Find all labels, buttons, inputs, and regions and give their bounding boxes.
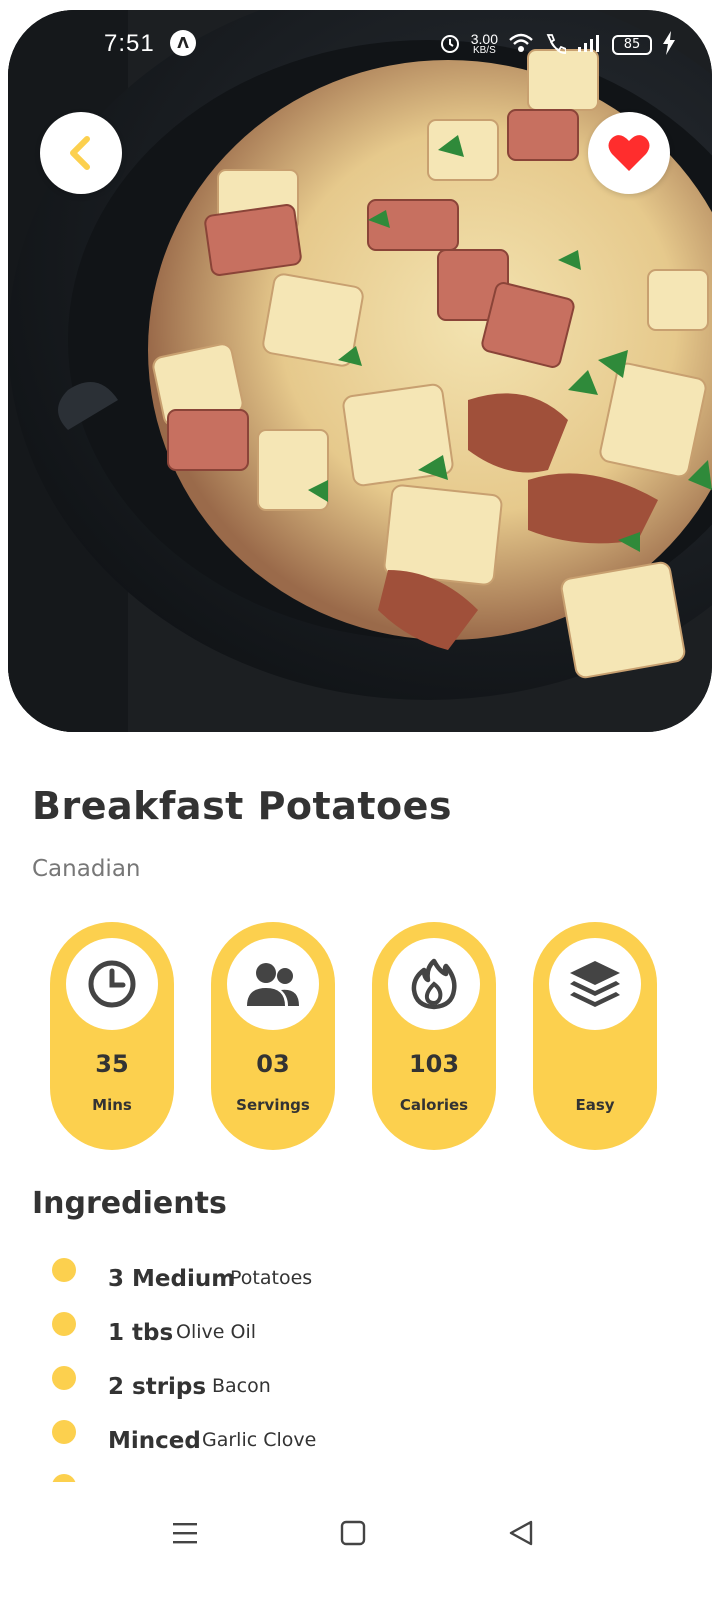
status-icons: 3.00 KB/S 85 — [439, 28, 676, 62]
stat-servings: 03 Servings — [211, 922, 335, 1150]
list-item: Minced Garlic Clove — [52, 1416, 692, 1470]
stat-time-label: Mins — [92, 1096, 132, 1114]
menu-button[interactable] — [160, 1508, 210, 1558]
bullet-dot — [52, 1420, 76, 1444]
stat-calories-label: Calories — [399, 1096, 469, 1114]
list-item — [52, 1470, 692, 1482]
ingredient-name: Olive Oil — [176, 1321, 256, 1343]
ingredient-quantity: 1 tbs — [108, 1320, 174, 1346]
alarm-icon — [439, 32, 461, 58]
ingredient-quantity: 3 Medium — [108, 1266, 236, 1292]
recipe-title: Breakfast Potatoes — [32, 784, 453, 828]
network-speed: 3.00 KB/S — [471, 32, 498, 57]
navigation-app-icon: Λ — [170, 30, 196, 56]
stat-difficulty: Easy — [533, 922, 657, 1150]
status-bar: 7:51 Λ 3.00 KB/S 85 — [0, 28, 720, 62]
ingredient-name: Potatoes — [230, 1267, 313, 1289]
ingredient-name: Garlic Clove — [202, 1429, 317, 1451]
charging-icon — [662, 31, 676, 59]
ingredient-quantity: Minced — [108, 1428, 201, 1454]
call-icon — [544, 32, 567, 58]
list-item: 2 strips Bacon — [52, 1362, 692, 1416]
menu-icon — [173, 1523, 197, 1544]
recipe-cuisine: Canadian — [32, 856, 141, 882]
stat-time: 35 Mins — [50, 922, 174, 1150]
clock-icon — [88, 960, 136, 1008]
list-item: 3 Medium Potatoes — [52, 1254, 692, 1308]
favorite-button[interactable] — [588, 112, 670, 194]
ingredient-quantity: 2 strips — [108, 1374, 207, 1400]
bullet-dot — [52, 1258, 76, 1282]
home-button[interactable] — [328, 1508, 378, 1558]
signal-icon — [576, 32, 602, 58]
people-icon — [247, 963, 299, 1006]
ingredients-heading: Ingredients — [32, 1186, 227, 1221]
square-icon — [340, 1520, 366, 1546]
status-time: 7:51 — [104, 30, 155, 57]
network-speed-unit: KB/S — [472, 45, 496, 56]
wifi-icon — [508, 32, 534, 58]
stat-time-value: 35 — [95, 1050, 129, 1078]
stat-servings-label: Servings — [236, 1096, 310, 1114]
battery-indicator: 85 — [612, 35, 652, 55]
bullet-dot — [52, 1312, 76, 1336]
back-button[interactable] — [40, 112, 122, 194]
list-item: 1 tbs Olive Oil — [52, 1308, 692, 1362]
triangle-back-icon — [509, 1520, 533, 1546]
stat-difficulty-label: Easy — [575, 1096, 615, 1114]
stat-calories-value: 103 — [408, 1050, 460, 1078]
heart-icon — [608, 135, 650, 171]
chevron-left-icon — [70, 136, 90, 170]
stat-calories: 103 Calories — [372, 922, 496, 1150]
bullet-dot — [52, 1366, 76, 1390]
system-navigation-bar — [0, 1488, 720, 1600]
recipe-stats: 35 Mins 03 Servings 103 Calories Easy — [50, 922, 670, 1152]
layers-icon — [570, 961, 620, 1007]
ingredient-name: Bacon — [212, 1375, 271, 1397]
bullet-dot — [52, 1474, 76, 1482]
back-nav-button[interactable] — [496, 1508, 546, 1558]
stat-servings-value: 03 — [256, 1050, 290, 1078]
flame-icon — [411, 958, 457, 1010]
ingredients-list: 3 Medium Potatoes 1 tbs Olive Oil 2 stri… — [52, 1254, 692, 1482]
